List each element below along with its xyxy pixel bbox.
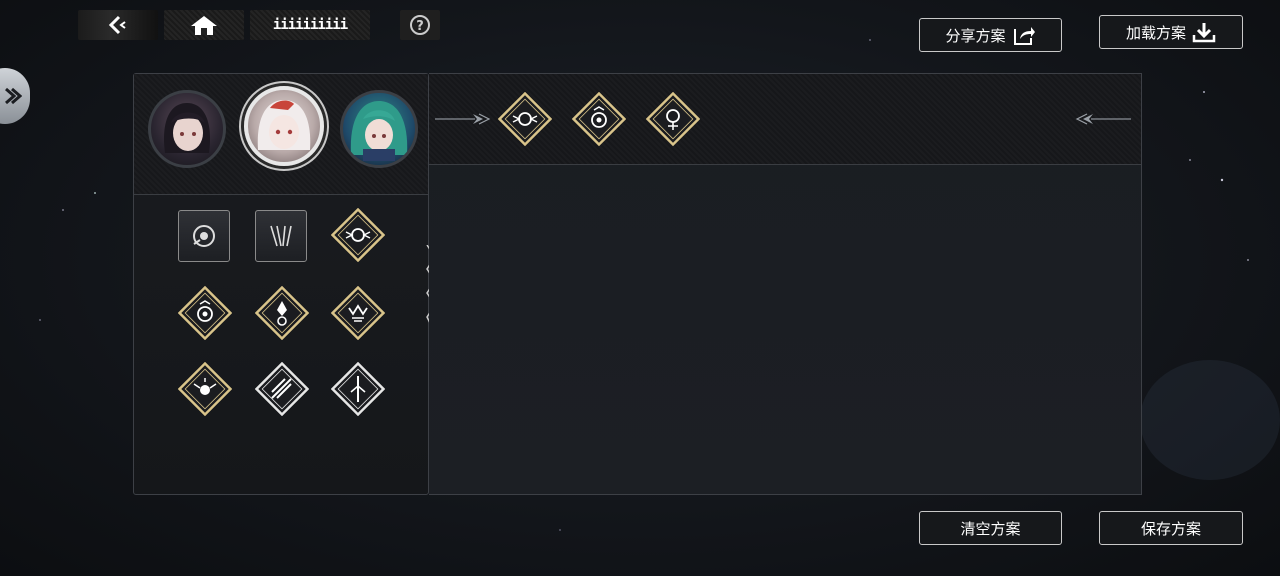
spear-burst-icon [255, 362, 309, 416]
character-avatar-3[interactable] [340, 90, 418, 168]
skill-slot-4[interactable] [178, 286, 232, 340]
shield-eye-icon [178, 286, 232, 340]
save-plan-label: 保存方案 [1140, 519, 1201, 538]
eye-orb-icon [193, 225, 215, 247]
crowned-cup-icon [331, 286, 385, 340]
character-avatar-1[interactable] [148, 90, 226, 168]
skill-slot-2[interactable] [255, 210, 309, 264]
share-plan-label: 分享方案 [945, 26, 1006, 45]
skill-slot-1[interactable] [178, 210, 232, 264]
right-ornament-icon [1075, 113, 1131, 125]
skill-slot-3[interactable] [331, 208, 385, 262]
selected-skill-2-shield-eye-icon[interactable] [572, 92, 626, 146]
left-ornament-icon [435, 113, 491, 125]
skill-slot-9[interactable] [331, 362, 385, 416]
back-arrow-icon [108, 15, 126, 35]
character-avatar-2-selected[interactable] [244, 86, 324, 166]
screen-title: iiiiiiiiii [250, 10, 370, 40]
back-button[interactable] [78, 10, 158, 40]
help-icon: ? [410, 15, 430, 35]
help-button[interactable]: ? [400, 10, 440, 40]
skill-slot-7[interactable] [178, 362, 232, 416]
skill-slot-5[interactable] [255, 286, 309, 340]
download-icon [1192, 23, 1216, 43]
screen-title-text: iiiiiiiiii [272, 17, 348, 33]
skill-slot-6[interactable] [331, 286, 385, 340]
crystal-icon [255, 286, 309, 340]
claws-icon [270, 225, 292, 247]
skill-slot-8[interactable] [255, 362, 309, 416]
character-skill-panel [133, 73, 429, 495]
skill-grid [134, 194, 428, 494]
green-haired-character-portrait [350, 101, 408, 161]
winged-orb-icon [331, 208, 385, 262]
share-plan-button[interactable]: 分享方案 [919, 18, 1062, 52]
character-selector [134, 74, 428, 195]
share-icon [1013, 27, 1035, 45]
double-chevron-icon [5, 87, 22, 105]
top-navigation-bar: iiiiiiiiii ? [78, 10, 440, 42]
save-plan-button[interactable]: 保存方案 [1099, 511, 1243, 545]
white-haired-character-portrait [257, 100, 311, 150]
selected-skill-3-flower-orb-icon[interactable] [646, 92, 700, 146]
home-button[interactable] [164, 10, 244, 40]
selected-skill-1-winged-orb-icon[interactable] [498, 92, 552, 146]
winged-orb-icon [178, 362, 232, 416]
side-expand-tab[interactable] [0, 68, 30, 124]
home-icon [191, 16, 217, 35]
spear-staff-icon [331, 362, 385, 416]
svg-text:?: ? [416, 19, 424, 34]
selected-skills-panel [429, 73, 1142, 495]
dark-haired-character-portrait [163, 103, 211, 153]
load-plan-label: 加载方案 [1125, 23, 1186, 42]
clear-plan-button[interactable]: 清空方案 [919, 511, 1062, 545]
load-plan-button[interactable]: 加载方案 [1099, 15, 1243, 49]
clear-plan-label: 清空方案 [960, 519, 1021, 538]
selected-skills-bar [429, 74, 1141, 165]
